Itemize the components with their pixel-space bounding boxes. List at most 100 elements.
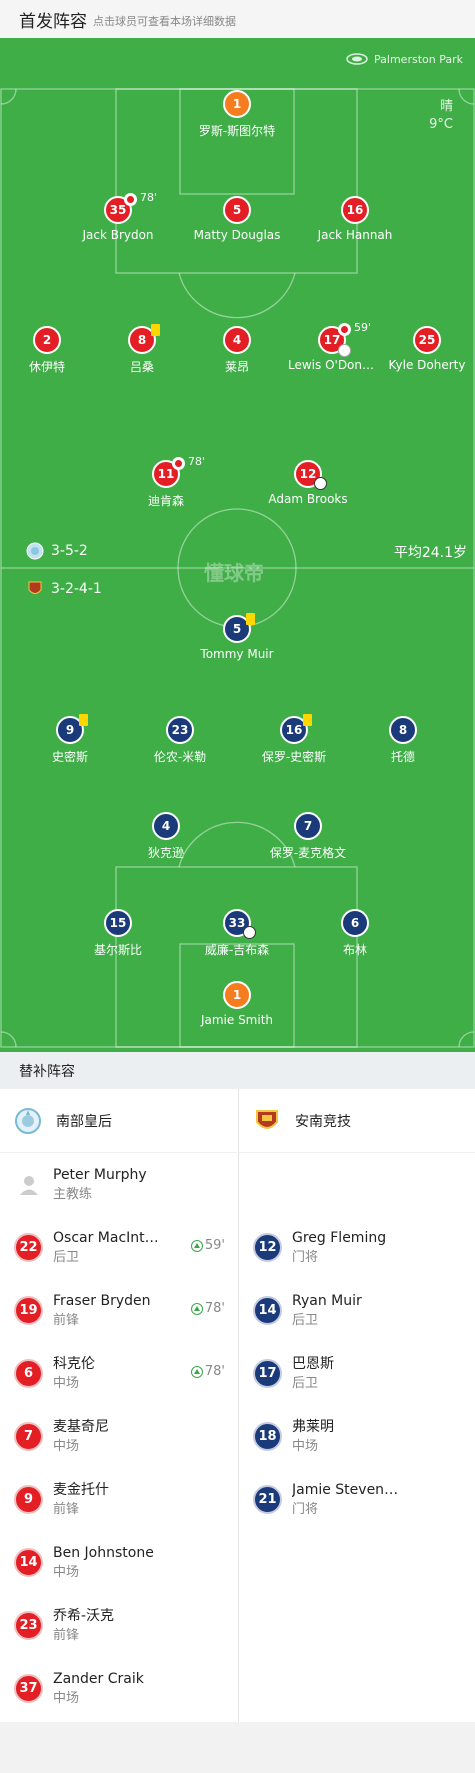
home-bench: 南部皇后 Peter Murphy 主教练 22 Oscar MacIntyre… [0, 1089, 237, 1722]
lineup-title: 首发阵容 [19, 11, 87, 32]
player-name: Jack Brydon [82, 228, 154, 242]
player-name: 保罗-麦克格文 [269, 846, 347, 860]
pitch: Palmerston Park 晴 9°C 懂球帝 3-5-2 3-2-4-1 … [0, 38, 475, 1052]
bench-player[interactable]: 7 麦基奇尼 中场 [0, 1405, 237, 1468]
sub-in-arrow-icon [190, 1239, 203, 1252]
away-team-badge-icon [28, 581, 42, 594]
player-name: Matty Douglas [193, 228, 281, 242]
yellow-card-icon [303, 714, 312, 726]
player-number: 8 [389, 716, 417, 744]
player-position: 中场 [53, 1564, 80, 1580]
player-name: Tommy Muir [200, 647, 274, 661]
player-name: Lewis O'Donnell [288, 358, 376, 372]
player-name: 弗莱明 [292, 1418, 334, 1435]
bench-player[interactable]: 9 麦金托什 前锋 [0, 1468, 237, 1531]
sub-in-time: 78' [204, 1301, 225, 1316]
yellow-card-icon [79, 714, 88, 726]
yellow-card-icon [246, 613, 255, 625]
player-position: 后卫 [292, 1375, 319, 1391]
player-name: Jack Hannah [317, 228, 393, 242]
player-position: 中场 [53, 1375, 80, 1391]
player-name: 麦基奇尼 [53, 1418, 109, 1435]
player-number: 18 [253, 1422, 282, 1451]
player-name: 基尔斯比 [93, 943, 142, 957]
goal-ball-icon [243, 926, 256, 939]
player-name: 巴恩斯 [292, 1355, 334, 1372]
venue: Palmerston Park [346, 52, 463, 66]
away-team-name: 安南竞技 [295, 1113, 351, 1130]
weather-temperature: 9°C [429, 117, 453, 132]
lineup-header: 首发阵容 点击球员可查看本场详细数据 [0, 0, 475, 38]
venue-name: Palmerston Park [374, 52, 463, 66]
player-position: 中场 [53, 1690, 80, 1706]
sub-off-time: 78' [188, 455, 206, 468]
player-number: 5 [223, 196, 251, 224]
player-number: 4 [223, 326, 251, 354]
sub-off-icon [124, 193, 137, 206]
player-name: Oscar MacIntyre [53, 1229, 163, 1246]
bench-spacer [239, 1153, 475, 1216]
player-position: 前锋 [53, 1501, 80, 1517]
bench-player[interactable]: 6 科克伦 中场 78' [0, 1342, 237, 1405]
player-number: 15 [104, 909, 132, 937]
player-number: 22 [14, 1233, 43, 1262]
bench-player[interactable]: 22 Oscar MacIntyre 后卫 59' [0, 1216, 237, 1279]
sub-off-time: 59' [354, 321, 372, 334]
bench-player[interactable]: 17 巴恩斯后卫 [239, 1342, 475, 1405]
yellow-card-icon [151, 324, 160, 336]
player-number: 4 [152, 812, 180, 840]
bench-player[interactable]: 12 Greg Fleming 门将 [239, 1216, 475, 1279]
bench-player[interactable]: 18 弗莱明中场 [239, 1405, 475, 1468]
player-name: 威廉-吉布森 [204, 943, 270, 957]
player-number: 23 [14, 1611, 43, 1640]
away-team-row[interactable]: 安南竞技 [239, 1089, 475, 1153]
coach-avatar-icon [14, 1170, 43, 1199]
sub-in-arrow-icon [190, 1365, 203, 1378]
player-number: 21 [253, 1485, 282, 1514]
sub-in: 59' [190, 1238, 225, 1253]
player-name: 麦金托什 [53, 1481, 109, 1498]
player-number: 16 [341, 196, 369, 224]
sub-in-time: 59' [204, 1238, 225, 1253]
player-name: 狄克逊 [147, 846, 184, 860]
watermark: 懂球帝 [204, 561, 264, 585]
player-number: 23 [166, 716, 194, 744]
player-position: 中场 [292, 1438, 319, 1454]
sub-in-arrow-icon [190, 1302, 203, 1315]
player-name: Kyle Doherty [388, 358, 466, 372]
player-name: 罗斯-斯图尔特 [198, 124, 276, 138]
player-name: 莱昂 [224, 360, 249, 374]
bench-player[interactable]: 19 Fraser Bryden 前锋 78' [0, 1279, 237, 1342]
bench-header: 替补阵容 [0, 1052, 475, 1089]
player-name: Zander Craik [53, 1670, 144, 1687]
bench-player[interactable]: 37 Zander Craik 中场 [0, 1657, 237, 1720]
footer-space [0, 1722, 475, 1773]
player-number: 2 [33, 326, 61, 354]
player-number: 25 [413, 326, 441, 354]
player-number: 7 [294, 812, 322, 840]
bench-player[interactable]: 21 Jamie Stevenson 门将 [239, 1468, 475, 1531]
player-name: 保罗-史密斯 [261, 750, 327, 764]
bench-player[interactable]: 23 乔希-沃克 前锋 [0, 1594, 237, 1657]
player-number: 17 [253, 1359, 282, 1388]
player-number: 6 [341, 909, 369, 937]
coach-role: 主教练 [53, 1186, 93, 1202]
sub-in: 78' [190, 1301, 225, 1316]
bench-player[interactable]: 14 Ryan Muir 后卫 [239, 1279, 475, 1342]
player-name: 伦农-米勒 [153, 750, 207, 764]
player-name: Adam Brooks [268, 492, 348, 506]
weather-condition: 晴 [439, 99, 453, 114]
stadium-icon [346, 53, 368, 65]
home-formation-text: 3-5-2 [51, 543, 88, 559]
player-number: 14 [253, 1296, 282, 1325]
player-name: Greg Fleming [292, 1229, 387, 1246]
sub-off-icon [172, 457, 185, 470]
player-name: Ben Johnstone [53, 1544, 154, 1561]
bench-player[interactable]: 14 Ben Johnstone 中场 [0, 1531, 237, 1594]
player-number: 14 [14, 1548, 43, 1577]
home-coach[interactable]: Peter Murphy 主教练 [0, 1153, 237, 1216]
home-team-row[interactable]: 南部皇后 [0, 1089, 237, 1153]
lineup-hint: 点击球员可查看本场详细数据 [93, 14, 236, 28]
player-position: 中场 [53, 1438, 80, 1454]
player-name: 乔希-沃克 [53, 1607, 115, 1624]
